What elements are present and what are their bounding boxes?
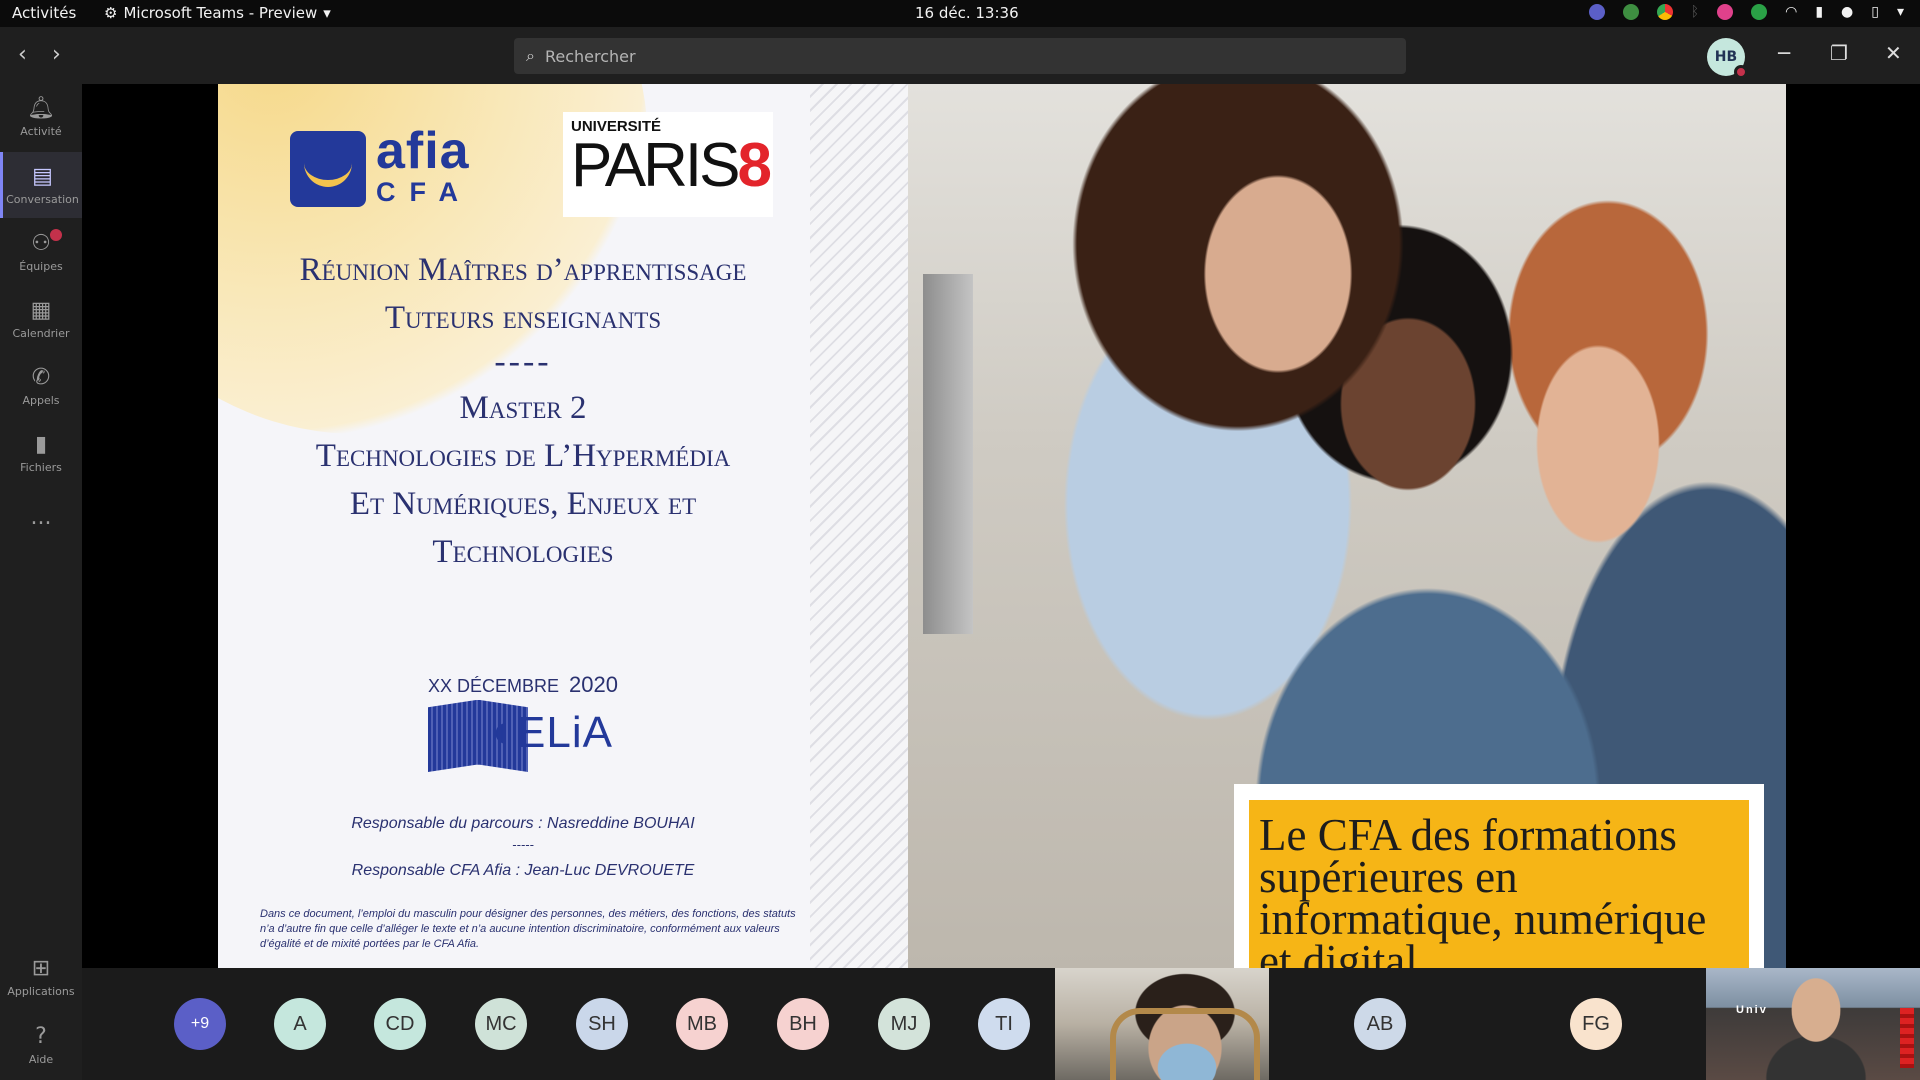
rail-item-label: Fichiers [20, 460, 62, 474]
presentation-slide: afia CFA UNIVERSITÉ PARIS8 Réunion Maîtr… [218, 84, 1786, 968]
apps-icon: ⊞ [31, 955, 51, 981]
status-dot [1734, 65, 1748, 79]
participant-avatar[interactable]: A [274, 998, 326, 1050]
slide-date: XX DÉCEMBRE 2020 [428, 672, 618, 697]
slide-left-panel: afia CFA UNIVERSITÉ PARIS8 Réunion Maîtr… [218, 84, 813, 968]
clock[interactable]: 16 déc. 13:36 [915, 4, 1019, 22]
participant-avatar[interactable]: AB [1354, 998, 1406, 1050]
teams-app-icon: ⚙ [104, 4, 118, 22]
search-icon: ⌕ [526, 46, 535, 65]
caption-card: Le CFA des formations supérieures en inf… [1234, 784, 1764, 968]
disclaimer-text: Dans ce document, l’emploi du masculin p… [260, 908, 796, 950]
participant-avatar[interactable]: CD [374, 998, 426, 1050]
slide-caption: Le CFA des formations supérieures en inf… [1249, 800, 1749, 968]
rail-item-more[interactable]: ... [0, 487, 82, 553]
more-icon: ... [30, 505, 52, 530]
rail-item-calls[interactable]: ✆ Appels [0, 353, 82, 419]
calendar-icon: ▦ [30, 297, 52, 323]
forward-arrow-icon[interactable]: › [52, 42, 61, 67]
rail-item-label: Calendrier [12, 326, 70, 340]
teams-tray-icon[interactable] [1588, 4, 1605, 20]
signal-icon[interactable]: ▮ [1815, 4, 1823, 20]
bell-icon: 🔔︎ [27, 95, 55, 121]
chrome-icon[interactable] [1656, 4, 1673, 20]
rail-item-label: Équipes [19, 259, 63, 273]
participant-avatar[interactable]: MC [475, 998, 527, 1050]
paris8-logo: UNIVERSITÉ PARIS8 [563, 112, 773, 217]
bluetooth-icon[interactable]: ᛒ [1691, 4, 1699, 20]
participant-video[interactable] [1055, 968, 1269, 1080]
hatched-divider [810, 84, 910, 968]
participant-avatar[interactable]: TI [978, 998, 1030, 1050]
restore-icon[interactable]: ❐ [1830, 41, 1848, 65]
check-icon[interactable] [1751, 4, 1768, 20]
teams-title-bar: ‹ › ⌕ HB ─ ❐ ✕ [0, 27, 1920, 84]
rail-item-label: Conversation [6, 192, 79, 206]
responsable-parcours: Responsable du parcours : Nasreddine BOU… [351, 815, 695, 832]
app-menu-label: Microsoft Teams - Preview [123, 4, 318, 22]
rail-item-teams[interactable]: ⚇ Équipes [0, 219, 82, 285]
app-menu[interactable]: ⚙ Microsoft Teams - Preview ▾ [104, 4, 331, 22]
celia-logo: ◖ELiA [428, 696, 628, 776]
rail-item-label: Aide [28, 1052, 54, 1066]
battery-icon[interactable]: ▯ [1871, 4, 1879, 20]
participant-avatar[interactable]: BH [777, 998, 829, 1050]
participant-avatar[interactable]: MB [676, 998, 728, 1050]
system-tray[interactable]: ᛒ ◠ ▮ ● ▯ ▾ [1588, 4, 1904, 20]
close-icon[interactable]: ✕ [1885, 41, 1902, 65]
rail-item-label: Activité [20, 124, 62, 138]
phone-icon: ✆ [31, 364, 51, 390]
rail-item-conversation[interactable]: ▤ Conversation [0, 152, 82, 218]
back-arrow-icon[interactable]: ‹ [18, 42, 27, 67]
chat-icon: ▤ [32, 163, 53, 189]
file-icon: ▮ [34, 431, 48, 457]
rail-item-applications[interactable]: ⊞ Applications [0, 944, 82, 1010]
user-avatar[interactable]: HB [1707, 38, 1748, 79]
participant-avatar[interactable]: FG [1570, 998, 1622, 1050]
microphone-icon[interactable]: ● [1841, 4, 1853, 20]
shield-icon[interactable] [1622, 4, 1639, 20]
more-participants-button[interactable]: +9 [174, 998, 226, 1050]
help-icon: ? [35, 1023, 47, 1049]
rail-item-label: Applications [7, 984, 75, 998]
participant-video[interactable]: Univ [1706, 968, 1920, 1080]
afia-cfa-logo: afia CFA [290, 125, 472, 208]
participant-avatar[interactable]: MJ [878, 998, 930, 1050]
search-box[interactable]: ⌕ [514, 38, 1406, 74]
resp-separator: ----- [512, 837, 534, 852]
chevron-down-icon: ▾ [323, 4, 331, 22]
system-top-bar: Activités ⚙ Microsoft Teams - Preview ▾ … [0, 0, 1920, 27]
activities-button[interactable]: Activités [12, 4, 76, 22]
notification-badge [48, 227, 64, 243]
rail-item-label: Appels [22, 393, 60, 407]
slide-title: Réunion Maîtres d’apprentissage Tuteurs … [299, 252, 747, 570]
wifi-icon[interactable]: ◠ [1785, 4, 1797, 20]
rail-item-calendar[interactable]: ▦ Calendrier [0, 286, 82, 352]
search-input[interactable] [544, 46, 1365, 66]
shared-screen: afia CFA UNIVERSITÉ PARIS8 Réunion Maîtr… [82, 84, 1920, 968]
minimize-icon[interactable]: ─ [1778, 41, 1790, 65]
participant-avatar[interactable]: SH [576, 998, 628, 1050]
video-background-sign: Univ [1736, 1004, 1768, 1016]
app-tray-icon[interactable] [1717, 4, 1734, 20]
rail-item-activity[interactable]: 🔔︎ Activité [0, 84, 82, 150]
responsable-cfa: Responsable CFA Afia : Jean-Luc DEVROUET… [351, 862, 695, 879]
user-initials: HB [1714, 49, 1738, 65]
chevron-down-icon[interactable]: ▾ [1897, 4, 1904, 20]
rail-item-files[interactable]: ▮ Fichiers [0, 420, 82, 486]
app-bar: 🔔︎ Activité ▤ Conversation ⚇ Équipes ▦ C… [0, 84, 82, 1080]
rail-item-help[interactable]: ? Aide [0, 1012, 82, 1078]
participant-strip: +9 A CD MC SH MB BH MJ TI AB FG Univ [82, 968, 1920, 1080]
